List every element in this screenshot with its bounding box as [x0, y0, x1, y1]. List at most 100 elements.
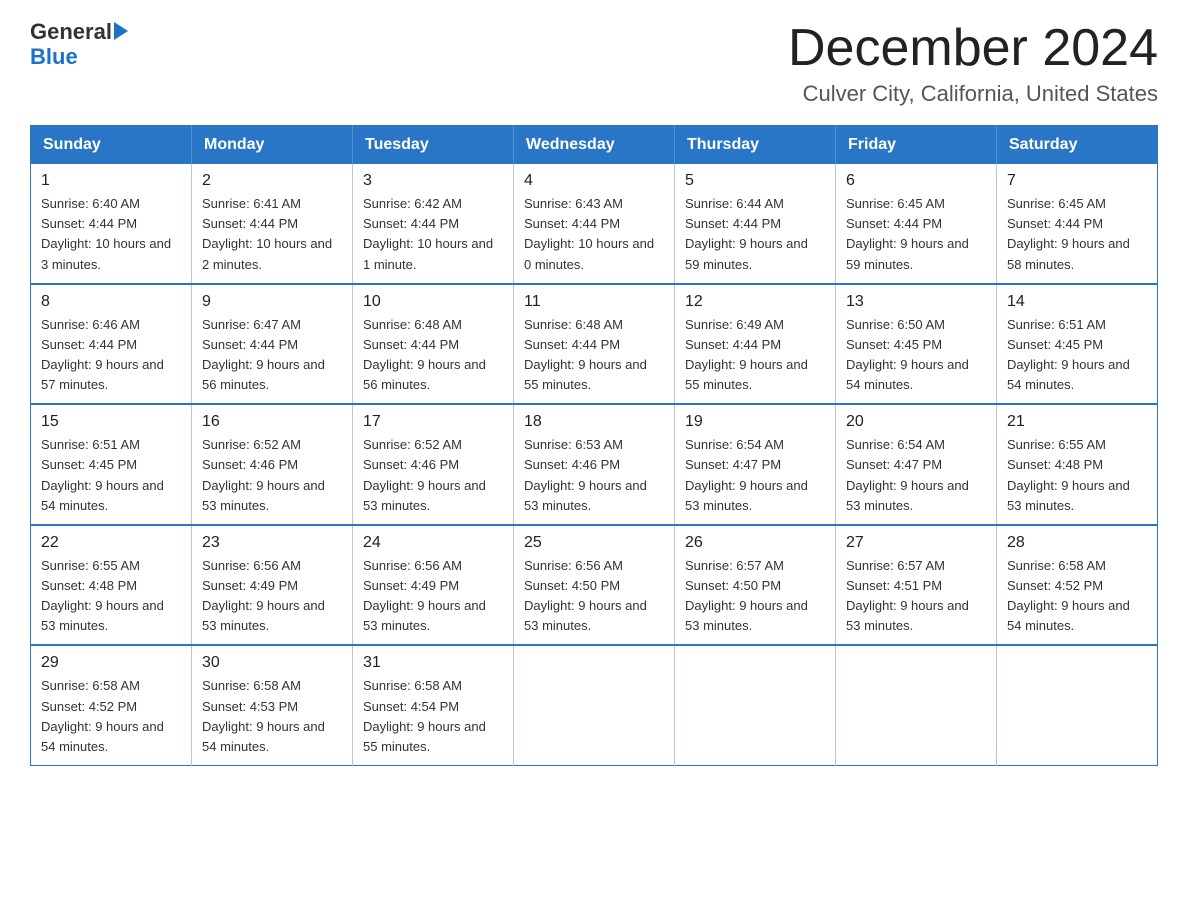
- calendar-day-cell: 23 Sunrise: 6:56 AMSunset: 4:49 PMDaylig…: [192, 525, 353, 646]
- day-info: Sunrise: 6:41 AMSunset: 4:44 PMDaylight:…: [202, 194, 342, 275]
- weekday-header-row: SundayMondayTuesdayWednesdayThursdayFrid…: [31, 126, 1158, 165]
- title-block: December 2024 Culver City, California, U…: [788, 20, 1158, 107]
- day-number: 6: [846, 172, 986, 190]
- day-info: Sunrise: 6:58 AMSunset: 4:53 PMDaylight:…: [202, 676, 342, 757]
- calendar-day-cell: 25 Sunrise: 6:56 AMSunset: 4:50 PMDaylig…: [514, 525, 675, 646]
- day-info: Sunrise: 6:52 AMSunset: 4:46 PMDaylight:…: [363, 435, 503, 516]
- calendar-week-row: 22 Sunrise: 6:55 AMSunset: 4:48 PMDaylig…: [31, 525, 1158, 646]
- day-number: 11: [524, 293, 664, 311]
- calendar-day-cell: [997, 645, 1158, 765]
- calendar-day-cell: [836, 645, 997, 765]
- day-number: 31: [363, 654, 503, 672]
- calendar-day-cell: 29 Sunrise: 6:58 AMSunset: 4:52 PMDaylig…: [31, 645, 192, 765]
- day-info: Sunrise: 6:45 AMSunset: 4:44 PMDaylight:…: [846, 194, 986, 275]
- calendar-day-cell: 3 Sunrise: 6:42 AMSunset: 4:44 PMDayligh…: [353, 164, 514, 284]
- day-number: 3: [363, 172, 503, 190]
- day-info: Sunrise: 6:51 AMSunset: 4:45 PMDaylight:…: [1007, 315, 1147, 396]
- calendar-week-row: 29 Sunrise: 6:58 AMSunset: 4:52 PMDaylig…: [31, 645, 1158, 765]
- day-number: 10: [363, 293, 503, 311]
- day-number: 2: [202, 172, 342, 190]
- day-number: 4: [524, 172, 664, 190]
- day-info: Sunrise: 6:53 AMSunset: 4:46 PMDaylight:…: [524, 435, 664, 516]
- calendar-day-cell: 27 Sunrise: 6:57 AMSunset: 4:51 PMDaylig…: [836, 525, 997, 646]
- day-number: 20: [846, 413, 986, 431]
- day-info: Sunrise: 6:56 AMSunset: 4:49 PMDaylight:…: [202, 556, 342, 637]
- calendar-day-cell: 16 Sunrise: 6:52 AMSunset: 4:46 PMDaylig…: [192, 404, 353, 525]
- day-info: Sunrise: 6:55 AMSunset: 4:48 PMDaylight:…: [41, 556, 181, 637]
- day-number: 9: [202, 293, 342, 311]
- day-number: 23: [202, 534, 342, 552]
- logo-text-line2: Blue: [30, 44, 78, 70]
- weekday-header-monday: Monday: [192, 126, 353, 165]
- calendar-day-cell: 17 Sunrise: 6:52 AMSunset: 4:46 PMDaylig…: [353, 404, 514, 525]
- calendar-day-cell: 30 Sunrise: 6:58 AMSunset: 4:53 PMDaylig…: [192, 645, 353, 765]
- day-number: 16: [202, 413, 342, 431]
- calendar-day-cell: 24 Sunrise: 6:56 AMSunset: 4:49 PMDaylig…: [353, 525, 514, 646]
- day-number: 18: [524, 413, 664, 431]
- day-number: 8: [41, 293, 181, 311]
- day-number: 22: [41, 534, 181, 552]
- weekday-header-saturday: Saturday: [997, 126, 1158, 165]
- day-number: 25: [524, 534, 664, 552]
- day-info: Sunrise: 6:46 AMSunset: 4:44 PMDaylight:…: [41, 315, 181, 396]
- calendar-day-cell: [514, 645, 675, 765]
- calendar-day-cell: 4 Sunrise: 6:43 AMSunset: 4:44 PMDayligh…: [514, 164, 675, 284]
- day-info: Sunrise: 6:58 AMSunset: 4:52 PMDaylight:…: [1007, 556, 1147, 637]
- day-number: 1: [41, 172, 181, 190]
- calendar-day-cell: [675, 645, 836, 765]
- calendar-day-cell: 18 Sunrise: 6:53 AMSunset: 4:46 PMDaylig…: [514, 404, 675, 525]
- day-info: Sunrise: 6:48 AMSunset: 4:44 PMDaylight:…: [363, 315, 503, 396]
- day-info: Sunrise: 6:58 AMSunset: 4:54 PMDaylight:…: [363, 676, 503, 757]
- logo-text-line1: General: [30, 20, 128, 44]
- calendar-day-cell: 31 Sunrise: 6:58 AMSunset: 4:54 PMDaylig…: [353, 645, 514, 765]
- calendar-day-cell: 13 Sunrise: 6:50 AMSunset: 4:45 PMDaylig…: [836, 284, 997, 405]
- day-number: 30: [202, 654, 342, 672]
- day-number: 24: [363, 534, 503, 552]
- day-info: Sunrise: 6:50 AMSunset: 4:45 PMDaylight:…: [846, 315, 986, 396]
- calendar-day-cell: 21 Sunrise: 6:55 AMSunset: 4:48 PMDaylig…: [997, 404, 1158, 525]
- logo: General Blue: [30, 20, 128, 70]
- calendar-day-cell: 26 Sunrise: 6:57 AMSunset: 4:50 PMDaylig…: [675, 525, 836, 646]
- logo-arrow-icon: [114, 22, 128, 40]
- day-number: 12: [685, 293, 825, 311]
- calendar-day-cell: 22 Sunrise: 6:55 AMSunset: 4:48 PMDaylig…: [31, 525, 192, 646]
- page-subtitle: Culver City, California, United States: [788, 81, 1158, 107]
- weekday-header-friday: Friday: [836, 126, 997, 165]
- calendar-day-cell: 6 Sunrise: 6:45 AMSunset: 4:44 PMDayligh…: [836, 164, 997, 284]
- day-info: Sunrise: 6:42 AMSunset: 4:44 PMDaylight:…: [363, 194, 503, 275]
- calendar-day-cell: 28 Sunrise: 6:58 AMSunset: 4:52 PMDaylig…: [997, 525, 1158, 646]
- weekday-header-sunday: Sunday: [31, 126, 192, 165]
- day-info: Sunrise: 6:54 AMSunset: 4:47 PMDaylight:…: [846, 435, 986, 516]
- day-info: Sunrise: 6:57 AMSunset: 4:50 PMDaylight:…: [685, 556, 825, 637]
- calendar-week-row: 8 Sunrise: 6:46 AMSunset: 4:44 PMDayligh…: [31, 284, 1158, 405]
- day-info: Sunrise: 6:51 AMSunset: 4:45 PMDaylight:…: [41, 435, 181, 516]
- calendar-day-cell: 9 Sunrise: 6:47 AMSunset: 4:44 PMDayligh…: [192, 284, 353, 405]
- day-info: Sunrise: 6:47 AMSunset: 4:44 PMDaylight:…: [202, 315, 342, 396]
- day-info: Sunrise: 6:43 AMSunset: 4:44 PMDaylight:…: [524, 194, 664, 275]
- day-info: Sunrise: 6:56 AMSunset: 4:50 PMDaylight:…: [524, 556, 664, 637]
- calendar-day-cell: 19 Sunrise: 6:54 AMSunset: 4:47 PMDaylig…: [675, 404, 836, 525]
- calendar-day-cell: 20 Sunrise: 6:54 AMSunset: 4:47 PMDaylig…: [836, 404, 997, 525]
- day-info: Sunrise: 6:40 AMSunset: 4:44 PMDaylight:…: [41, 194, 181, 275]
- calendar-day-cell: 5 Sunrise: 6:44 AMSunset: 4:44 PMDayligh…: [675, 164, 836, 284]
- weekday-header-tuesday: Tuesday: [353, 126, 514, 165]
- day-number: 21: [1007, 413, 1147, 431]
- day-info: Sunrise: 6:55 AMSunset: 4:48 PMDaylight:…: [1007, 435, 1147, 516]
- calendar-day-cell: 14 Sunrise: 6:51 AMSunset: 4:45 PMDaylig…: [997, 284, 1158, 405]
- weekday-header-wednesday: Wednesday: [514, 126, 675, 165]
- calendar-day-cell: 7 Sunrise: 6:45 AMSunset: 4:44 PMDayligh…: [997, 164, 1158, 284]
- calendar-day-cell: 11 Sunrise: 6:48 AMSunset: 4:44 PMDaylig…: [514, 284, 675, 405]
- calendar-week-row: 1 Sunrise: 6:40 AMSunset: 4:44 PMDayligh…: [31, 164, 1158, 284]
- calendar-day-cell: 10 Sunrise: 6:48 AMSunset: 4:44 PMDaylig…: [353, 284, 514, 405]
- day-number: 17: [363, 413, 503, 431]
- day-number: 13: [846, 293, 986, 311]
- day-info: Sunrise: 6:57 AMSunset: 4:51 PMDaylight:…: [846, 556, 986, 637]
- page-header: General Blue December 2024 Culver City, …: [30, 20, 1158, 107]
- calendar-day-cell: 12 Sunrise: 6:49 AMSunset: 4:44 PMDaylig…: [675, 284, 836, 405]
- page-title: December 2024: [788, 20, 1158, 77]
- day-number: 27: [846, 534, 986, 552]
- calendar-day-cell: 8 Sunrise: 6:46 AMSunset: 4:44 PMDayligh…: [31, 284, 192, 405]
- day-number: 28: [1007, 534, 1147, 552]
- day-number: 7: [1007, 172, 1147, 190]
- day-number: 26: [685, 534, 825, 552]
